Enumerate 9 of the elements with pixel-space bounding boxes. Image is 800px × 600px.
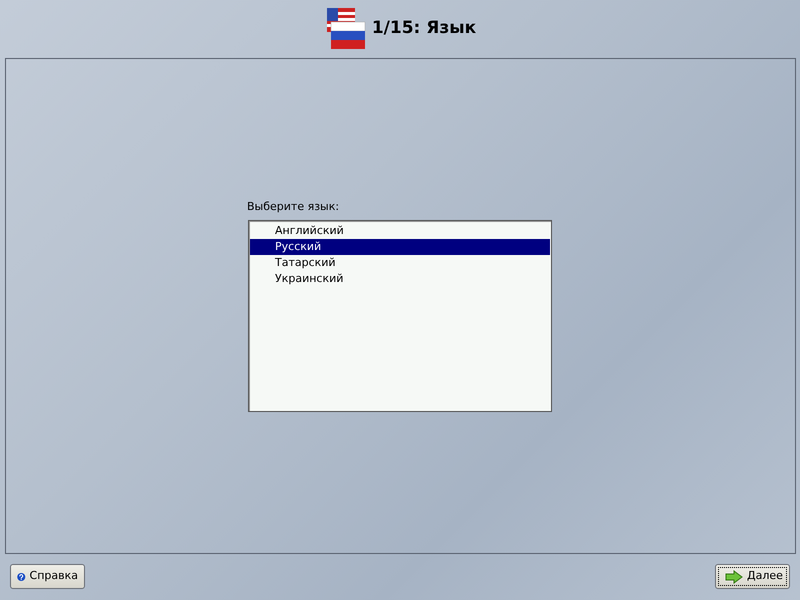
language-item[interactable]: Украинский	[250, 271, 550, 287]
language-item[interactable]: Русский	[250, 239, 550, 255]
window-title: 1/15: Язык	[372, 16, 476, 40]
next-button[interactable]: Далее	[715, 564, 790, 589]
prompt-label: Выберите язык:	[247, 199, 340, 215]
right-arrow-icon	[725, 570, 743, 584]
language-item[interactable]: Татарский	[250, 255, 550, 271]
help-button[interactable]: Справка	[10, 564, 85, 589]
language-item[interactable]: Английский	[250, 223, 550, 239]
